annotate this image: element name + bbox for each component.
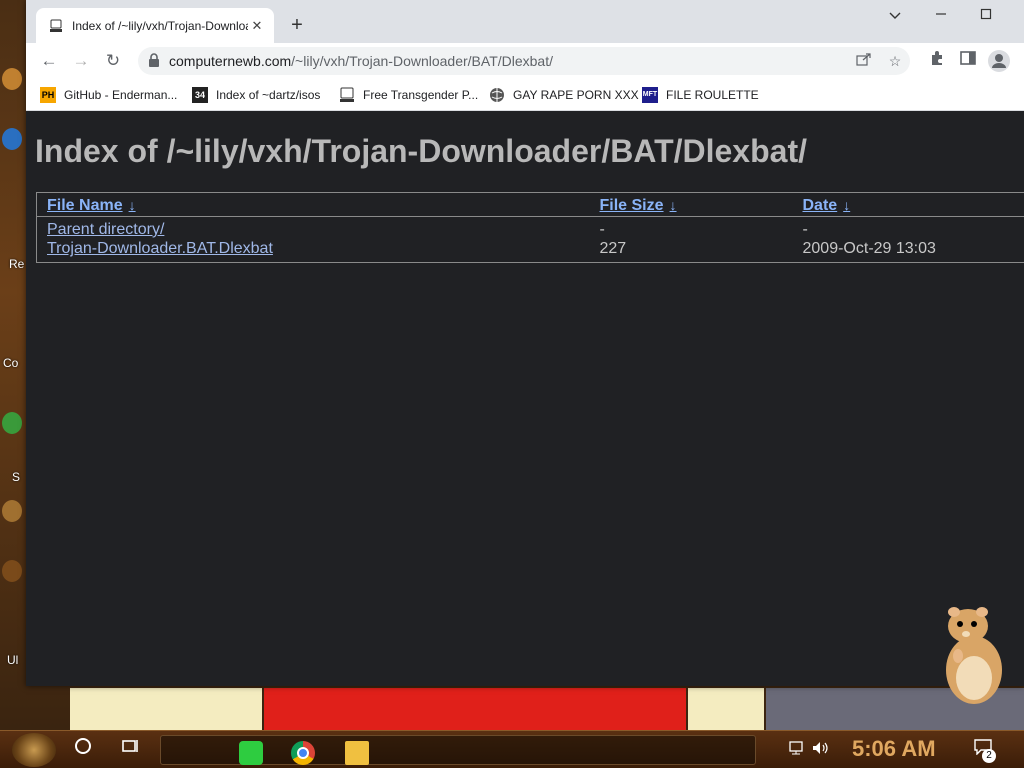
desktop-icon[interactable] (2, 500, 22, 522)
column-header-name[interactable]: File Name ↓ (36, 192, 590, 217)
tab-active[interactable]: Index of /~lily/vxh/Trojan-Downloader/BA… (36, 8, 274, 43)
sort-arrow-icon[interactable]: ↓ (670, 197, 677, 213)
hamster-desktop-pet[interactable] (940, 604, 1006, 708)
notes-app-icon[interactable] (239, 741, 263, 765)
bookmark-label: Free Transgender P... (363, 88, 479, 102)
address-bar[interactable]: computernewb.com/~lily/vxh/Trojan-Downlo… (138, 47, 910, 75)
bookmark-item[interactable]: PH GitHub - Enderman... (40, 85, 177, 105)
back-button[interactable]: ← (36, 48, 62, 74)
file-link[interactable]: Trojan-Downloader.BAT.Dlexbat (47, 240, 273, 257)
page-content: Index of /~lily/vxh/Trojan-Downloader/BA… (26, 111, 1024, 686)
chrome-icon[interactable] (291, 741, 315, 765)
desktop-icon-label[interactable]: Ul (7, 653, 18, 667)
minimize-button[interactable] (918, 4, 964, 26)
star-icon[interactable]: ☆ (885, 51, 905, 71)
sort-by-name-link[interactable]: File Name (47, 197, 123, 214)
volume-icon[interactable] (812, 741, 830, 759)
column-header-size[interactable]: File Size ↓ (589, 192, 793, 217)
bookmark-favicon-icon: PH (40, 87, 56, 103)
taskbar-app-area (160, 735, 756, 765)
bookmark-label: Index of ~dartz/isos (216, 88, 321, 102)
desktop-icon[interactable] (2, 560, 22, 582)
url-host: computernewb.com (169, 53, 292, 69)
table-row: Trojan-Downloader.BAT.Dlexbat 227 2009-O… (37, 240, 1024, 263)
table-row: Parent directory/ - - (37, 217, 1024, 240)
bookmark-item[interactable]: MFT FILE ROULETTE (642, 85, 759, 105)
extensions-icon[interactable] (926, 50, 948, 72)
network-icon[interactable] (788, 741, 806, 759)
taskbar: 5:06 AM 2 (0, 730, 1024, 768)
desktop-icon[interactable] (2, 68, 22, 90)
close-icon[interactable]: ✕ (248, 17, 266, 35)
globe-icon (489, 87, 505, 103)
file-explorer-icon[interactable] (345, 741, 369, 765)
bookmark-label: GitHub - Enderman... (64, 88, 178, 102)
task-view-icon[interactable] (117, 737, 143, 763)
sort-arrow-icon[interactable]: ↓ (129, 197, 136, 213)
url-text[interactable]: computernewb.com/~lily/vxh/Trojan-Downlo… (169, 53, 553, 69)
chevron-down-icon[interactable] (872, 4, 918, 26)
tab-strip: Index of /~lily/vxh/Trojan-Downloader/BA… (26, 0, 1024, 43)
parent-directory-link[interactable]: Parent directory/ (47, 221, 164, 238)
desktop-icon-label[interactable]: S (12, 470, 20, 484)
column-header-date[interactable]: Date ↓ (792, 192, 1024, 217)
computer-icon (48, 18, 64, 34)
wallpaper-red-panel (264, 688, 686, 730)
table-header-row: File Name ↓ File Size ↓ Date ↓ (36, 192, 1024, 217)
url-path: /~lily/vxh/Trojan-Downloader/BAT/Dlexbat… (291, 53, 553, 69)
maximize-button[interactable] (963, 4, 1009, 26)
file-listing-table: File Name ↓ File Size ↓ Date ↓ Parent direc… (36, 192, 1024, 263)
bookmark-favicon-icon: 34 (192, 87, 208, 103)
file-size-cell: - (599, 220, 605, 238)
page-title: Index of /~lily/vxh/Trojan-Downloader/BA… (35, 133, 807, 169)
file-name-cell: Parent directory/ (37, 217, 590, 240)
side-panel-icon[interactable] (957, 50, 979, 72)
bookmark-item[interactable]: GAY RAPE PORN XXX (489, 85, 639, 105)
monitor-icon (339, 87, 355, 103)
taskbar-clock[interactable]: 5:06 AM (852, 736, 936, 762)
sort-by-size-link[interactable]: File Size (600, 197, 664, 214)
share-icon[interactable] (854, 51, 874, 71)
tab-title: Index of /~lily/vxh/Trojan-Downloader/BA… (72, 18, 248, 33)
forward-button[interactable]: → (68, 48, 94, 74)
sort-arrow-icon[interactable]: ↓ (843, 197, 850, 213)
file-name-cell: Trojan-Downloader.BAT.Dlexbat (37, 240, 590, 263)
desktop-icon-label[interactable]: Co (3, 356, 18, 370)
bookmark-label: FILE ROULETTE (666, 88, 759, 102)
notification-count-badge: 2 (982, 749, 996, 763)
desktop-icon[interactable] (2, 412, 22, 434)
bookmark-favicon-icon: MFT (642, 87, 658, 103)
bookmark-item[interactable]: Free Transgender P... (339, 85, 478, 105)
file-date-cell: 2009-Oct-29 13:03 (802, 240, 936, 258)
sort-by-date-link[interactable]: Date (803, 197, 838, 214)
file-date-cell: - (802, 220, 808, 238)
bookmarks-bar: PH GitHub - Enderman... 34 Index of ~dar… (26, 79, 1024, 111)
desktop-icon[interactable] (2, 128, 22, 150)
search-icon[interactable] (70, 737, 96, 763)
wallpaper-cream-panel (688, 688, 764, 730)
wallpaper-cream-panel (70, 688, 262, 730)
lock-icon[interactable] (148, 53, 160, 68)
desktop-icon-label[interactable]: Re (9, 257, 24, 271)
bookmark-label: GAY RAPE PORN XXX (513, 88, 639, 102)
start-button[interactable] (12, 733, 56, 767)
bookmark-item[interactable]: 34 Index of ~dartz/isos (192, 85, 320, 105)
reload-button[interactable]: ↻ (100, 48, 126, 74)
profile-avatar[interactable] (988, 50, 1010, 72)
file-size-cell: 227 (599, 240, 627, 258)
new-tab-button[interactable]: + (284, 13, 310, 39)
browser-window: Index of /~lily/vxh/Trojan-Downloader/BA… (26, 0, 1024, 686)
browser-toolbar: ← → ↻ computernewb.com/~lily/vxh/Trojan-… (26, 43, 1024, 79)
